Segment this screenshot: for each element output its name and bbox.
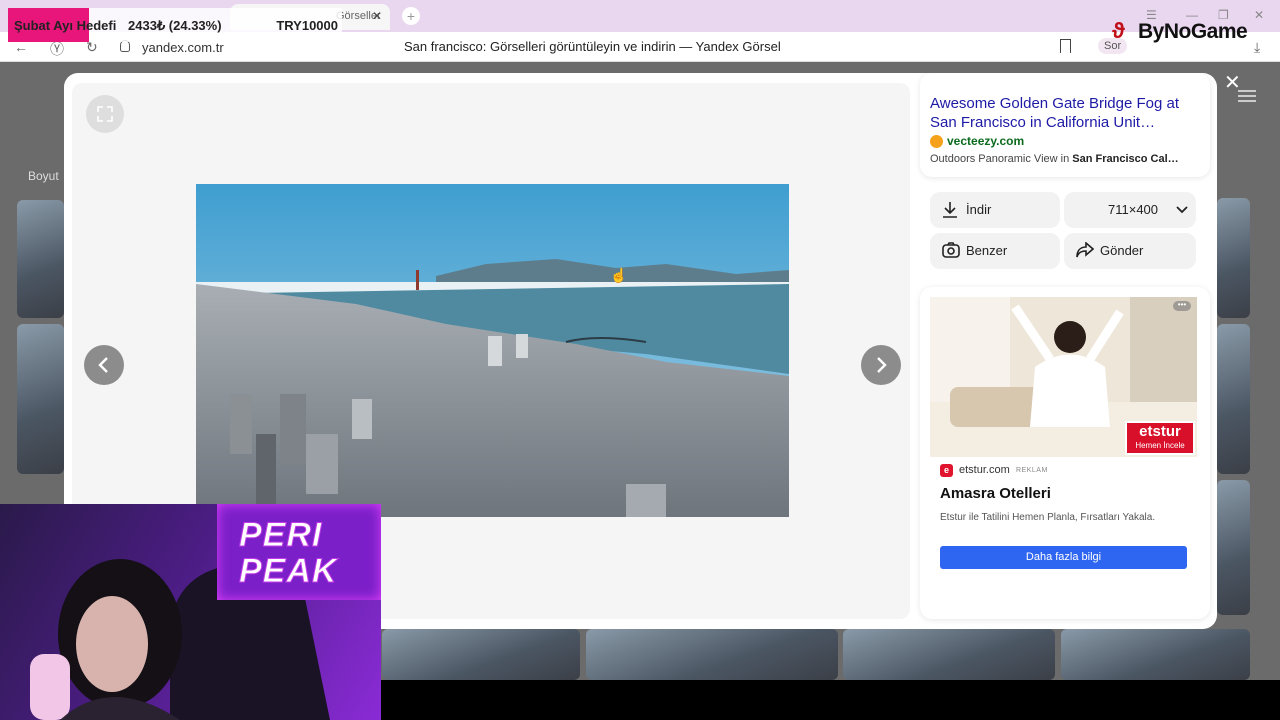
donation-goal-bar: Şubat Ayı Hedefi 2433₺ (24.33%) TRY10000 — [8, 8, 342, 42]
similar-label: Benzer — [966, 243, 1008, 258]
url-field[interactable]: yandex.com.tr — [142, 40, 224, 55]
send-button[interactable]: Gönder — [1064, 233, 1196, 269]
channel-logo-icon: ϑ — [1112, 18, 1125, 43]
chevron-left-icon — [98, 357, 108, 373]
share-icon — [1076, 242, 1094, 258]
chevron-down-icon — [1176, 206, 1188, 214]
letterbox-band — [380, 680, 1280, 720]
download-button[interactable]: İndir — [930, 192, 1060, 228]
background-thumbnail[interactable] — [1217, 324, 1250, 474]
tab-close-icon[interactable]: ✕ — [372, 9, 382, 23]
camera-search-icon — [942, 242, 960, 258]
details-panel: Awesome Golden Gate Bridge Fog at San Fr… — [920, 73, 1210, 629]
new-tab-icon[interactable]: + — [402, 7, 420, 25]
background-thumbnail[interactable] — [1061, 629, 1250, 680]
window-close-icon[interactable]: ✕ — [1254, 8, 1264, 22]
previous-image-button[interactable] — [84, 345, 124, 385]
background-thumbnail[interactable] — [1217, 480, 1250, 615]
size-label: 711×400 — [1108, 202, 1159, 217]
close-icon[interactable]: ✕ — [1224, 70, 1241, 95]
source-favicon-icon — [930, 135, 943, 148]
ad-text: Etstur ile Tatilini Hemen Planla, Fırsat… — [940, 512, 1156, 523]
expand-button[interactable] — [86, 95, 124, 133]
size-filter[interactable]: Boyut — [28, 169, 59, 183]
ad-label: REKLAM — [1016, 467, 1048, 474]
ad-brand-badge[interactable]: etstur Hemen İncele — [1125, 421, 1195, 455]
next-image-button[interactable] — [861, 345, 901, 385]
result-title-link[interactable]: Awesome Golden Gate Bridge Fog at San Fr… — [930, 94, 1190, 132]
ad-options-icon[interactable]: ••• — [1173, 301, 1191, 311]
ad-brand-logo: etstur — [1139, 423, 1181, 440]
background-thumbnail[interactable] — [17, 200, 64, 318]
channel-logo: ByNoGame — [1138, 20, 1248, 43]
ad-title[interactable]: Amasra Otelleri — [940, 485, 1051, 502]
yandex-icon[interactable]: Ⓨ — [50, 39, 64, 59]
similar-button[interactable]: Benzer — [930, 233, 1060, 269]
streamer-logo: PERI PEAK — [217, 504, 381, 600]
goal-amount: 2433₺ (24.33%) — [128, 18, 222, 33]
webcam-overlay: PERI PEAK — [0, 504, 381, 720]
download-label: İndir — [966, 202, 992, 217]
source-link[interactable]: vecteezy.com — [947, 134, 1024, 148]
goal-target: TRY10000 — [276, 18, 338, 33]
background-thumbnail[interactable] — [586, 629, 838, 680]
download-manager-icon[interactable]: ⤓ — [1254, 39, 1260, 56]
background-thumbnail[interactable] — [843, 629, 1055, 680]
expand-icon — [97, 106, 113, 122]
size-select[interactable]: 711×400 — [1064, 192, 1196, 228]
ad-domain[interactable]: etstur.com — [959, 464, 1010, 476]
background-thumbnail[interactable] — [17, 324, 64, 474]
streamer-name-line1: PERI — [238, 516, 323, 555]
bookmark-icon[interactable] — [1060, 39, 1071, 53]
ad-brand-cta: Hemen İncele — [1135, 441, 1185, 450]
mouse-cursor-icon: ☝ — [610, 267, 628, 283]
result-info-card: Awesome Golden Gate Bridge Fog at San Fr… — [920, 73, 1210, 177]
chevron-right-icon — [877, 357, 887, 373]
background-thumbnail[interactable] — [382, 629, 580, 680]
result-description: Outdoors Panoramic View in San Francisco… — [930, 153, 1179, 165]
background-thumbnail[interactable] — [1217, 198, 1250, 318]
download-icon — [943, 202, 957, 218]
main-image[interactable] — [196, 184, 789, 517]
page-title: San francisco: Görselleri görüntüleyin v… — [404, 39, 781, 54]
ad-favicon-icon: e — [940, 464, 953, 477]
ad-image[interactable]: ••• etstur Hemen İncele — [930, 297, 1197, 457]
send-label: Gönder — [1100, 243, 1144, 258]
goal-label: Şubat Ayı Hedefi — [14, 18, 117, 33]
streamer-name-line2: PEAK — [238, 552, 338, 591]
ad-more-info-button[interactable]: Daha fazla bilgi — [940, 546, 1187, 569]
